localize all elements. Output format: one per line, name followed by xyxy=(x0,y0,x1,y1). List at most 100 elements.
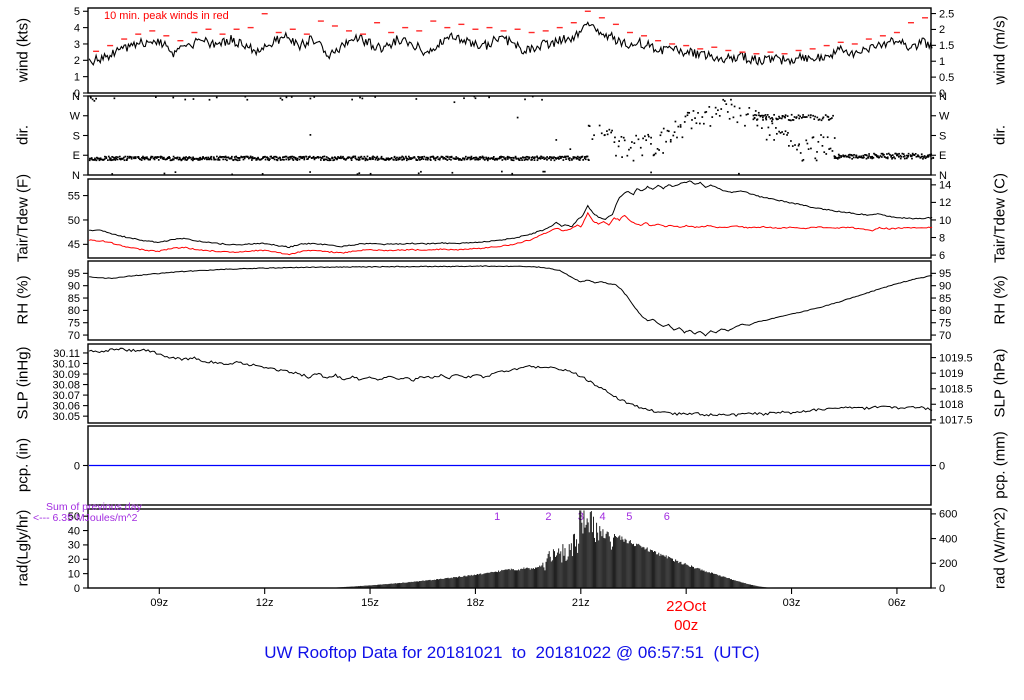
x-tick-label: 18z xyxy=(467,597,485,609)
panel-slp: 30.0530.0630.0730.0830.0930.1030.11 1017.… xyxy=(52,343,973,427)
svg-text:55: 55 xyxy=(68,190,80,202)
svg-text:3: 3 xyxy=(74,39,80,51)
wind-right-axis-title: wind (m/s) xyxy=(991,15,1009,85)
panel-slp-ticks: 30.0530.0630.0730.0830.0930.1030.11 1017.… xyxy=(52,348,972,427)
svg-text:W: W xyxy=(70,111,81,123)
x-tick-label: 21z xyxy=(572,597,590,609)
rh-left-axis-title: RH (%) xyxy=(14,275,32,325)
x-tick-label: 09z xyxy=(150,597,168,609)
svg-text:30.10: 30.10 xyxy=(52,358,80,370)
pcp-left-axis-title: pcp. (in) xyxy=(14,437,32,493)
svg-text:30.07: 30.07 xyxy=(52,390,80,402)
slp-series-line xyxy=(88,347,933,417)
svg-text:90: 90 xyxy=(68,280,80,292)
svg-text:2.5: 2.5 xyxy=(939,8,954,20)
wind-series-line xyxy=(88,21,933,66)
rad-left-axis-title: rad(Lgly/hr) xyxy=(14,509,32,587)
svg-text:80: 80 xyxy=(68,305,80,317)
figure-title: UW Rooftop Data for 20181021 to 20181022… xyxy=(264,643,760,662)
svg-text:200: 200 xyxy=(939,558,957,570)
peak-winds-note: 10 min. peak winds in red xyxy=(104,10,229,22)
svg-text:95: 95 xyxy=(68,268,80,280)
svg-text:30: 30 xyxy=(68,540,80,552)
svg-text:10: 10 xyxy=(939,215,951,227)
svg-text:30.06: 30.06 xyxy=(52,400,80,412)
slp-right-axis-title: SLP (hPa) xyxy=(991,348,1009,418)
svg-text:45: 45 xyxy=(68,239,80,251)
svg-text:S: S xyxy=(939,130,946,142)
svg-text:14: 14 xyxy=(939,180,951,192)
x-tick-label: 12z xyxy=(256,597,274,609)
svg-text:1019.5: 1019.5 xyxy=(939,352,973,364)
svg-text:4: 4 xyxy=(74,22,80,34)
meteogram-figure: 0 1 2 3 4 5 0 0.5 1 1.5 2 2.5 N E S W N N E S W N 45 50 55 6 8 10 12… xyxy=(0,0,1024,700)
svg-text:N: N xyxy=(72,170,80,182)
rad-right-axis-title: rad (W/m^2) xyxy=(991,506,1009,590)
panel-dir-ticks: NESWNNESWN xyxy=(70,91,950,182)
svg-text:80: 80 xyxy=(939,305,951,317)
svg-text:90: 90 xyxy=(939,280,951,292)
panel-pcp: 00 xyxy=(74,425,945,506)
x-tick-label-date: 22Oct xyxy=(666,598,707,615)
svg-text:W: W xyxy=(939,111,950,123)
svg-text:12: 12 xyxy=(939,197,951,209)
svg-text:2: 2 xyxy=(939,24,945,36)
dir-right-axis-title: dir. xyxy=(991,124,1009,146)
svg-text:75: 75 xyxy=(68,318,80,330)
svg-text:5: 5 xyxy=(74,6,80,18)
svg-text:75: 75 xyxy=(939,318,951,330)
temp-series-line xyxy=(88,211,933,256)
rad-sum-note-line2: <--- 6.35 MJoules/m^2 xyxy=(33,512,138,524)
pcp-right-axis-title: pcp. (mm) xyxy=(991,431,1009,499)
svg-text:2: 2 xyxy=(74,55,80,67)
dir-series-scatter xyxy=(88,95,935,176)
svg-text:30.11: 30.11 xyxy=(53,348,80,360)
svg-text:85: 85 xyxy=(68,293,80,305)
svg-text:30.08: 30.08 xyxy=(52,379,80,391)
svg-text:1018: 1018 xyxy=(939,399,963,411)
temp-series-line xyxy=(89,180,933,249)
panel-rad: 010203040500200400600123456 xyxy=(68,508,957,595)
svg-text:1019: 1019 xyxy=(939,368,963,380)
panel-rh-ticks: 707580859095707580859095 xyxy=(68,268,952,342)
svg-text:0: 0 xyxy=(74,583,80,595)
rad-series-bars xyxy=(329,510,778,588)
svg-text:6: 6 xyxy=(939,250,945,262)
x-axis: 09z 12z 15z 18z 21z 22Oct 00z 03z 06z xyxy=(150,588,906,634)
panel-temp-border xyxy=(87,178,932,259)
svg-text:70: 70 xyxy=(939,330,951,342)
svg-text:1017.5: 1017.5 xyxy=(939,415,973,427)
svg-text:1: 1 xyxy=(74,71,80,83)
rh-series-line xyxy=(89,265,933,337)
svg-text:30.05: 30.05 xyxy=(52,411,80,423)
svg-text:40: 40 xyxy=(68,525,80,537)
temp-left-axis-title: Tair/Tdew (F) xyxy=(14,173,32,263)
svg-text:8: 8 xyxy=(939,232,945,244)
svg-text:70: 70 xyxy=(68,330,80,342)
panel-temp: 45 50 55 6 8 10 12 14 xyxy=(68,178,951,262)
svg-text:95: 95 xyxy=(939,268,951,280)
svg-text:N: N xyxy=(939,91,947,103)
x-tick-label-00z: 00z xyxy=(674,617,698,634)
rh-right-axis-title: RH (%) xyxy=(991,275,1009,325)
dir-left-axis-title: dir. xyxy=(14,124,32,146)
svg-text:1018.5: 1018.5 xyxy=(939,384,973,396)
svg-text:1: 1 xyxy=(494,511,500,523)
svg-text:30.09: 30.09 xyxy=(52,369,80,381)
svg-text:0.5: 0.5 xyxy=(939,72,954,84)
x-tick-label: 03z xyxy=(783,597,801,609)
svg-text:0: 0 xyxy=(74,460,80,472)
svg-text:E: E xyxy=(939,150,946,162)
svg-text:600: 600 xyxy=(939,509,957,521)
temp-right-axis-title: Tair/Tdew (C) xyxy=(991,172,1009,264)
x-tick-label: 15z xyxy=(361,597,379,609)
svg-text:E: E xyxy=(73,150,80,162)
svg-text:1: 1 xyxy=(939,56,945,68)
wind-left-axis-title: wind (kts) xyxy=(14,17,32,83)
svg-text:50: 50 xyxy=(68,215,80,227)
svg-text:6: 6 xyxy=(664,511,670,523)
svg-text:5: 5 xyxy=(626,511,632,523)
panel-rh-border xyxy=(87,260,932,341)
svg-text:20: 20 xyxy=(68,554,80,566)
svg-text:0: 0 xyxy=(939,583,945,595)
